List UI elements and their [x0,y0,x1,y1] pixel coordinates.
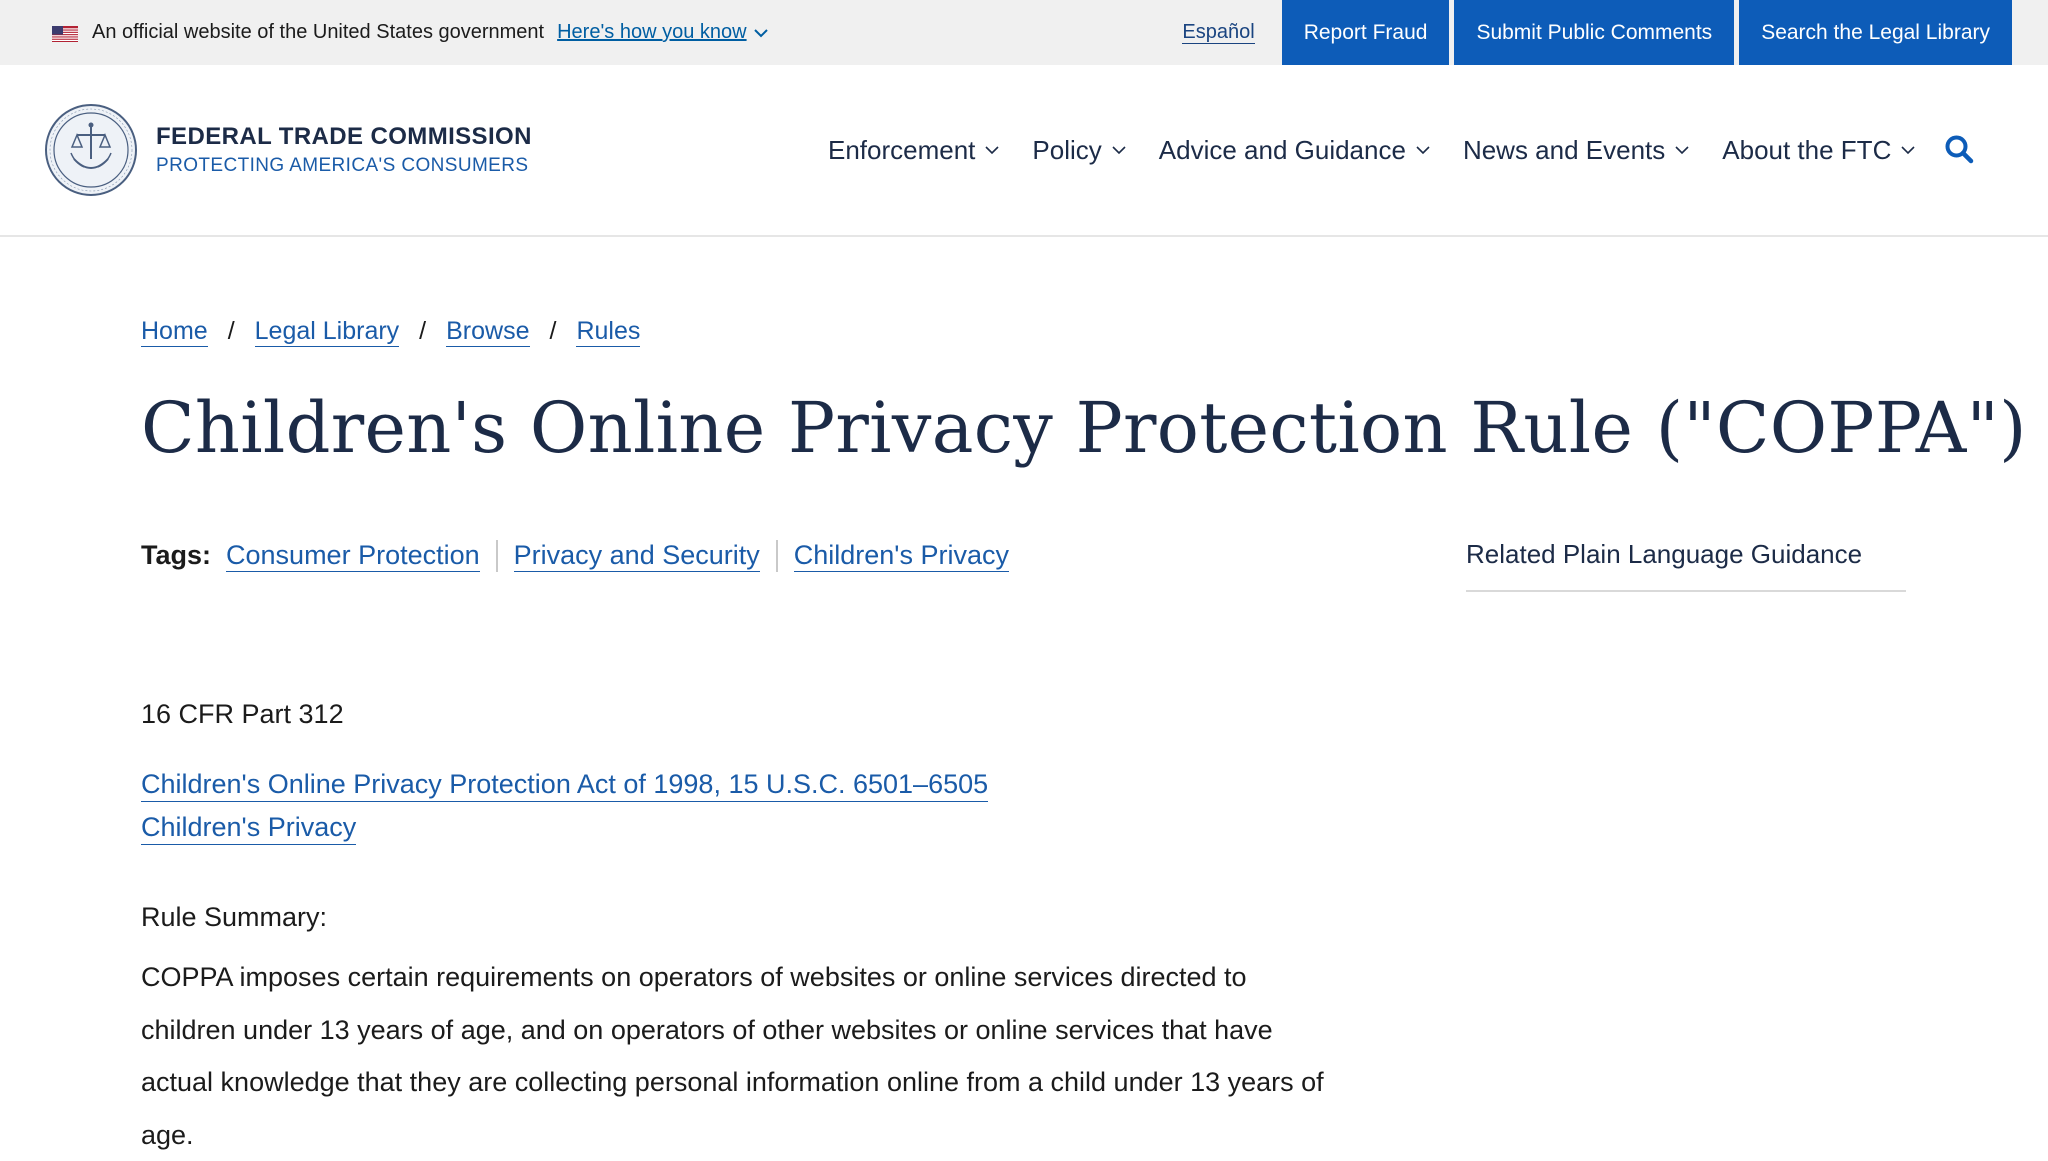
breadcrumb-rules[interactable]: Rules [576,316,641,347]
related-links: Children's Online Privacy Protection Act… [141,767,989,853]
chevron-down-icon [985,145,999,155]
tag-consumer-protection[interactable]: Consumer Protection [226,539,480,572]
us-flag-icon [52,25,78,42]
breadcrumb: Home / Legal Library / Browse / Rules [141,316,641,347]
nav-label: Enforcement [828,134,976,165]
nav-enforcement[interactable]: Enforcement [828,135,999,166]
espanol-link[interactable]: Español [1182,21,1255,44]
main-nav: Enforcement Policy Advice and Guidance N… [828,65,1948,235]
tag-privacy-and-security[interactable]: Privacy and Security [513,539,760,572]
tag-divider [495,539,498,572]
chevron-down-icon [1675,145,1689,155]
search-legal-library-button[interactable]: Search the Legal Library [1739,0,2012,65]
ftc-home-logo-link[interactable]: FEDERAL TRADE COMMISSION PROTECTING AMER… [44,103,532,197]
childrens-privacy-link[interactable]: Children's Privacy [141,810,357,845]
nav-label: Policy [1032,134,1102,165]
chevron-down-icon [1112,145,1126,155]
brand-subtitle: PROTECTING AMERICA'S CONSUMERS [156,155,529,176]
sidebar: Related Plain Language Guidance [1466,539,1906,592]
nav-policy[interactable]: Policy [1032,134,1126,166]
how-you-know-label: Here's how you know [557,21,747,43]
breadcrumb-home[interactable]: Home [141,316,208,347]
site-header: FEDERAL TRADE COMMISSION PROTECTING AMER… [0,65,2048,237]
breadcrumb-separator: / [549,317,557,345]
breadcrumb-legal-library[interactable]: Legal Library [254,316,400,347]
gov-banner-left: An official website of the United States… [0,21,768,44]
page-title: Children's Online Privacy Protection Rul… [141,387,2027,469]
tags-label: Tags: [141,540,212,570]
tag-divider [775,539,778,572]
breadcrumb-separator: / [227,317,235,345]
how-you-know-link[interactable]: Here's how you know [557,21,768,44]
nav-about-the-ftc[interactable]: About the FTC [1722,135,1915,166]
official-website-text: An official website of the United States… [92,21,545,43]
breadcrumb-browse[interactable]: Browse [446,316,530,347]
brand-text: FEDERAL TRADE COMMISSION PROTECTING AMER… [156,123,532,177]
nav-label: About the FTC [1722,134,1892,165]
brand-title: FEDERAL TRADE COMMISSION [156,123,532,150]
breadcrumb-separator: / [419,317,427,345]
tags-row: Tags: Consumer Protection Privacy and Se… [141,539,1009,572]
submit-public-comments-button[interactable]: Submit Public Comments [1454,0,1735,65]
search-icon[interactable] [1944,134,1974,164]
related-guidance-title: Related Plain Language Guidance [1466,539,1906,592]
ftc-seal-icon [44,103,138,197]
nav-news-and-events[interactable]: News and Events [1463,135,1689,166]
report-fraud-button[interactable]: Report Fraud [1281,0,1450,65]
chevron-down-icon [1416,145,1430,155]
utility-nav: Español Report Fraud Submit Public Comme… [1182,0,2012,65]
nav-label: Advice and Guidance [1158,134,1406,165]
rule-summary-body: COPPA imposes certain requirements on op… [141,962,1324,1150]
nav-label: News and Events [1462,134,1666,165]
chevron-down-icon [753,28,768,38]
chevron-down-icon [1901,145,1915,155]
cfr-citation: 16 CFR Part 312 [141,699,344,729]
tag-childrens-privacy[interactable]: Children's Privacy [793,539,1009,572]
nav-advice-and-guidance[interactable]: Advice and Guidance [1159,135,1430,166]
coppa-act-link[interactable]: Children's Online Privacy Protection Act… [141,767,989,802]
gov-banner: An official website of the United States… [0,0,2048,65]
rule-summary-label: Rule Summary: [141,902,328,932]
